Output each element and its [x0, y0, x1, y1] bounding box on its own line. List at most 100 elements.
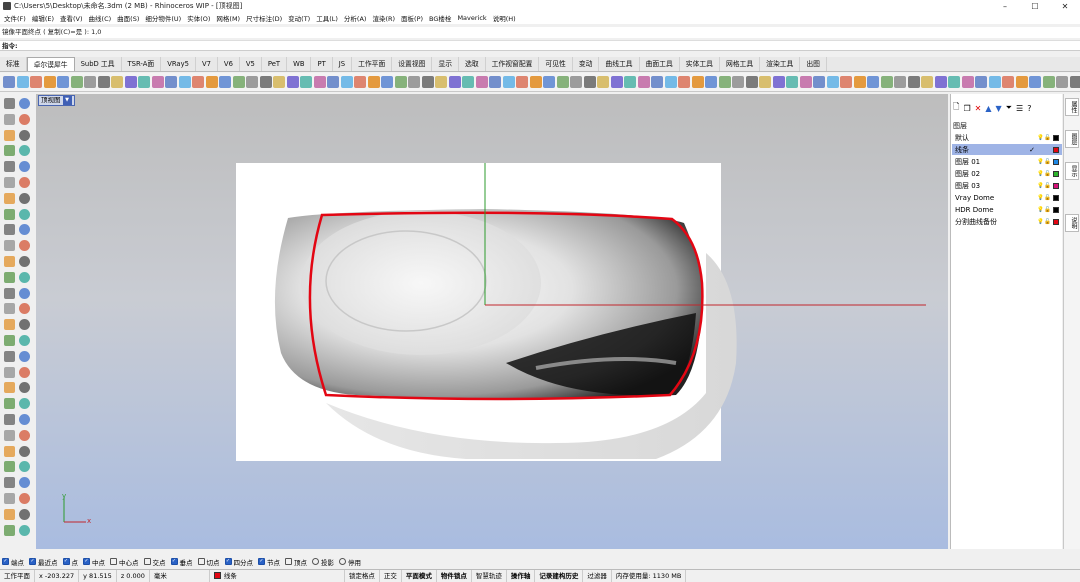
- left-tool-icon[interactable]: [4, 209, 15, 220]
- osnap-item[interactable]: ✓端点: [2, 557, 24, 567]
- tab-render-tools[interactable]: 渲染工具: [760, 57, 800, 71]
- layer-lock-icon[interactable]: 🔓: [1044, 183, 1049, 189]
- tool-button-icon[interactable]: [962, 76, 974, 88]
- tab-layout[interactable]: 出图: [800, 57, 827, 71]
- tab-wb[interactable]: WB: [287, 57, 311, 71]
- left-tool-icon[interactable]: [19, 493, 30, 504]
- tool-button-icon[interactable]: [719, 76, 731, 88]
- tab-transform[interactable]: 变动: [573, 57, 600, 71]
- tool-button-icon[interactable]: [273, 76, 285, 88]
- layer-color-swatch[interactable]: [1053, 171, 1059, 177]
- tab-set-view[interactable]: 设置视图: [392, 57, 432, 71]
- osnap-checkbox[interactable]: [144, 558, 151, 565]
- layer-lock-icon[interactable]: 🔓: [1044, 219, 1049, 225]
- tool-button-icon[interactable]: [246, 76, 258, 88]
- left-tool-icon[interactable]: [4, 130, 15, 141]
- left-tool-icon[interactable]: [4, 493, 15, 504]
- tool-button-icon[interactable]: [57, 76, 69, 88]
- tool-button-icon[interactable]: [611, 76, 623, 88]
- left-tool-icon[interactable]: [19, 430, 30, 441]
- status-toggle[interactable]: 物件锁点: [437, 570, 472, 582]
- tab-curve-tools[interactable]: 曲线工具: [599, 57, 639, 71]
- osnap-item[interactable]: 顶点: [285, 557, 307, 567]
- left-tool-icon[interactable]: [19, 130, 30, 141]
- layer-row[interactable]: Vray Dome💡🔓: [952, 192, 1062, 203]
- tab-v7[interactable]: V7: [196, 57, 218, 71]
- left-tool-icon[interactable]: [4, 145, 15, 156]
- tool-button-icon[interactable]: [948, 76, 960, 88]
- layer-color-swatch[interactable]: [1053, 135, 1059, 141]
- move-up-icon[interactable]: ▲: [985, 104, 991, 113]
- tab-vray5[interactable]: VRay5: [161, 57, 196, 71]
- minimize-button[interactable]: –: [990, 0, 1020, 12]
- layer-color-swatch[interactable]: [1053, 147, 1059, 153]
- left-tool-icon[interactable]: [4, 319, 15, 330]
- menu-edit[interactable]: 编辑(E): [32, 13, 54, 23]
- tool-button-icon[interactable]: [3, 76, 15, 88]
- tool-button-icon[interactable]: [516, 76, 528, 88]
- left-tool-icon[interactable]: [4, 177, 15, 188]
- tool-button-icon[interactable]: [881, 76, 893, 88]
- side-tab-properties[interactable]: 属性: [1065, 98, 1079, 116]
- osnap-item[interactable]: ✓节点: [258, 557, 280, 567]
- tab-tsr[interactable]: TSR-A面: [122, 57, 162, 71]
- tool-button-icon[interactable]: [746, 76, 758, 88]
- status-units[interactable]: 毫米: [150, 570, 210, 582]
- osnap-checkbox[interactable]: ✓: [258, 558, 265, 565]
- status-toggle[interactable]: 记录建构历史: [535, 570, 583, 582]
- tool-button-icon[interactable]: [1016, 76, 1028, 88]
- side-tab-layers[interactable]: 图层: [1065, 130, 1079, 148]
- osnap-item[interactable]: 投影: [312, 557, 334, 567]
- layer-visibility-icon[interactable]: 💡: [1037, 135, 1042, 141]
- tab-v5[interactable]: V5: [240, 57, 262, 71]
- osnap-checkbox[interactable]: ✓: [83, 558, 90, 565]
- left-tool-icon[interactable]: [19, 398, 30, 409]
- viewport-dropdown-icon[interactable]: ▼: [63, 96, 72, 105]
- left-tool-icon[interactable]: [19, 98, 30, 109]
- tool-button-icon[interactable]: [624, 76, 636, 88]
- osnap-item[interactable]: 停用: [339, 557, 361, 567]
- menu-file[interactable]: 文件(F): [4, 13, 26, 23]
- osnap-radio[interactable]: [339, 558, 346, 565]
- tool-button-icon[interactable]: [314, 76, 326, 88]
- tab-select[interactable]: 选取: [459, 57, 486, 71]
- tool-button-icon[interactable]: [449, 76, 461, 88]
- left-tool-icon[interactable]: [4, 256, 15, 267]
- left-tool-icon[interactable]: [19, 256, 30, 267]
- menu-maverick[interactable]: Maverick: [457, 14, 486, 22]
- left-tool-icon[interactable]: [19, 272, 30, 283]
- left-tool-icon[interactable]: [19, 525, 30, 536]
- tool-button-icon[interactable]: [530, 76, 542, 88]
- left-tool-icon[interactable]: [4, 272, 15, 283]
- menu-analyze[interactable]: 分析(A): [344, 13, 367, 23]
- tool-button-icon[interactable]: [813, 76, 825, 88]
- left-tool-icon[interactable]: [4, 461, 15, 472]
- tab-viewport-layout[interactable]: 工作视窗配置: [486, 57, 540, 71]
- tab-subd-tools[interactable]: SubD 工具: [75, 57, 122, 71]
- tool-button-icon[interactable]: [773, 76, 785, 88]
- layer-color-swatch[interactable]: [1053, 183, 1059, 189]
- tool-button-icon[interactable]: [570, 76, 582, 88]
- tool-button-icon[interactable]: [692, 76, 704, 88]
- layer-visibility-icon[interactable]: 💡: [1037, 207, 1042, 213]
- left-tool-icon[interactable]: [19, 114, 30, 125]
- layer-row[interactable]: 图层 02💡🔓: [952, 168, 1062, 179]
- tool-button-icon[interactable]: [327, 76, 339, 88]
- tool-button-icon[interactable]: [462, 76, 474, 88]
- osnap-checkbox[interactable]: ✓: [2, 558, 9, 565]
- layer-color-swatch[interactable]: [1053, 159, 1059, 165]
- left-tool-icon[interactable]: [4, 351, 15, 362]
- tool-button-icon[interactable]: [98, 76, 110, 88]
- menu-view[interactable]: 查看(V): [60, 13, 83, 23]
- tab-visibility[interactable]: 可见性: [539, 57, 572, 71]
- left-tool-icon[interactable]: [19, 224, 30, 235]
- left-tool-icon[interactable]: [4, 477, 15, 488]
- tool-button-icon[interactable]: [1043, 76, 1055, 88]
- tool-button-icon[interactable]: [287, 76, 299, 88]
- osnap-item[interactable]: ✓垂点: [171, 557, 193, 567]
- osnap-checkbox[interactable]: ✓: [29, 558, 36, 565]
- tool-button-icon[interactable]: [705, 76, 717, 88]
- move-down-icon[interactable]: ▼: [995, 104, 1001, 113]
- osnap-radio[interactable]: [312, 558, 319, 565]
- left-tool-icon[interactable]: [19, 161, 30, 172]
